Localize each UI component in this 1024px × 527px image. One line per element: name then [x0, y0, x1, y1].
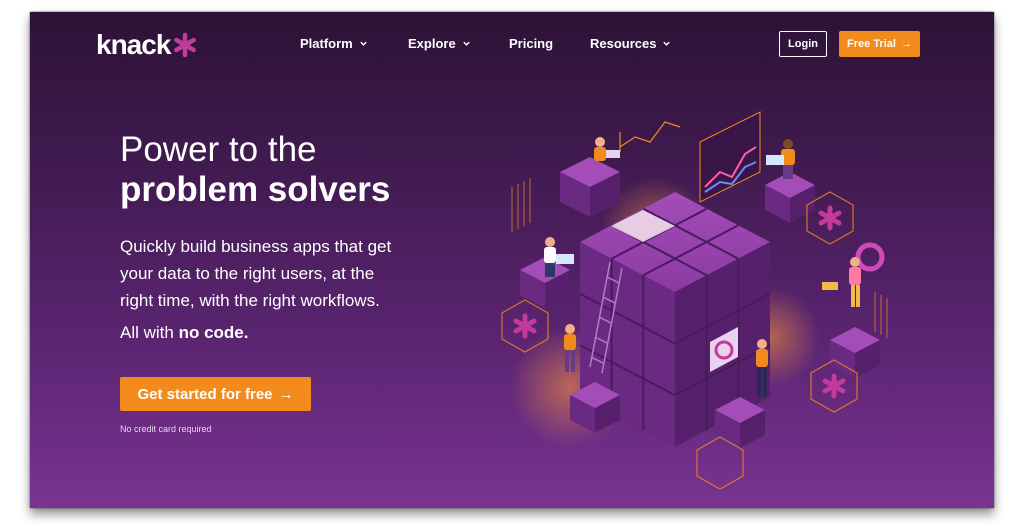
floating-chart-panel: [699, 111, 761, 203]
person-figure: [594, 137, 620, 161]
arrow-right-icon: →: [900, 38, 912, 50]
nav-pricing-label: Pricing: [509, 36, 554, 51]
asterisk-icon: [513, 313, 537, 339]
person-figure: [822, 257, 861, 307]
login-button[interactable]: Login: [779, 31, 827, 57]
hero-subtitle-line: Quickly build business apps that get: [120, 237, 392, 256]
no-credit-card-note: No credit card required: [120, 424, 212, 434]
free-trial-button[interactable]: Free Trial →: [839, 31, 920, 57]
logo-text: knack: [96, 29, 171, 60]
get-started-button[interactable]: Get started for free →: [120, 377, 311, 411]
nav-explore[interactable]: Explore: [408, 36, 471, 51]
chevron-down-icon: [663, 41, 671, 46]
nav-explore-label: Explore: [408, 36, 456, 51]
nav-resources[interactable]: Resources: [590, 36, 671, 51]
asterisk-icon: [818, 205, 842, 231]
nav-platform[interactable]: Platform: [300, 36, 368, 51]
logo-asterisk-icon: [174, 32, 197, 58]
browser-frame: knack Platform Explore Pricing Resources…: [30, 12, 994, 508]
nav-pricing[interactable]: Pricing: [509, 36, 553, 51]
asterisk-icon: [822, 373, 846, 399]
chevron-down-icon: [360, 41, 367, 46]
nav-resources-label: Resources: [590, 36, 657, 51]
small-cube: [830, 327, 880, 378]
hero-title-line2: problem solvers: [120, 170, 391, 209]
chevron-down-icon: [462, 41, 470, 46]
no-code-statement: All with no code.: [120, 323, 248, 343]
brand-logo[interactable]: knack: [96, 29, 198, 60]
get-started-label: Get started for free: [137, 385, 273, 403]
floating-line-chart: [619, 121, 681, 152]
nav-platform-label: Platform: [300, 36, 353, 51]
person-figure: [766, 139, 795, 179]
top-nav: knack Platform Explore Pricing Resources…: [30, 12, 994, 76]
arrow-right-icon: →: [278, 385, 294, 403]
hero-subtitle-line: your data to the right users, at the: [120, 264, 375, 283]
hero-title-line1: Power to the: [120, 130, 317, 169]
free-trial-label: Free Trial: [847, 38, 896, 50]
no-code-bold: no code.: [178, 323, 249, 342]
isometric-cube-illustration: [501, 111, 888, 490]
no-code-prefix: All with: [120, 323, 179, 342]
hero-subtitle-line: right time, with the right workflows.: [120, 291, 380, 310]
hero-subtitle: Quickly build business apps that get you…: [120, 233, 440, 314]
ring-icon: [855, 242, 885, 272]
